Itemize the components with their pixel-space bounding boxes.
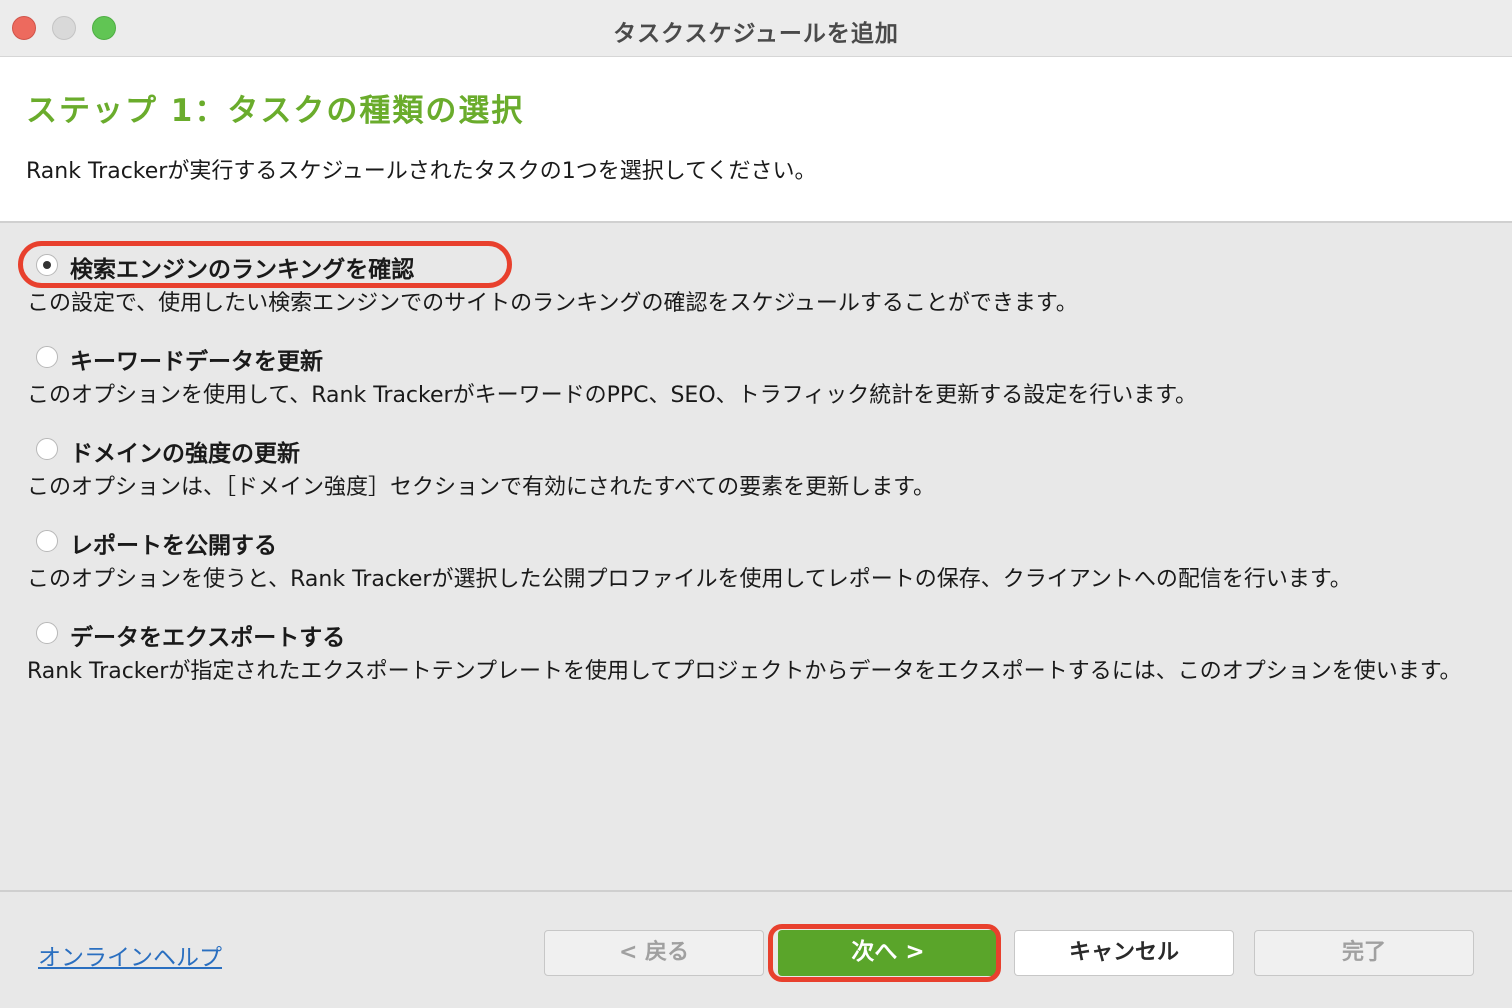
option-label[interactable]: レポートを公開する (70, 526, 277, 560)
online-help-link[interactable]: オンラインヘルプ (38, 938, 222, 972)
cancel-button[interactable]: キャンセル (1014, 930, 1234, 976)
wizard-header: ステップ 1：タスクの種類の選択 Rank Trackerが実行するスケジュール… (0, 57, 1512, 223)
footer-divider (0, 890, 1512, 892)
back-button[interactable]: < 戻る (544, 930, 764, 976)
option-description: このオプションは、［ドメイン強度］セクションで有効にされたすべての要素を更新しま… (27, 475, 935, 500)
option-label[interactable]: キーワードデータを更新 (70, 342, 323, 376)
radio-button[interactable] (36, 438, 58, 460)
option-label[interactable]: 検索エンジンのランキングを確認 (70, 250, 414, 284)
option-label[interactable]: データをエクスポートする (70, 618, 345, 652)
finish-button[interactable]: 完了 (1254, 930, 1474, 976)
step-title: ステップ 1：タスクの種類の選択 (26, 93, 525, 129)
radio-button[interactable] (36, 530, 58, 552)
option-label[interactable]: ドメインの強度の更新 (70, 434, 300, 468)
radio-button[interactable] (36, 622, 58, 644)
option-description: このオプションを使うと、Rank Trackerが選択した公開プロファイルを使用… (27, 567, 1352, 592)
option-description: Rank Trackerが指定されたエクスポートテンプレートを使用してプロジェク… (27, 659, 1462, 684)
window-title: タスクスケジュールを追加 (613, 21, 899, 47)
radio-button[interactable] (36, 254, 58, 276)
step-description: Rank Trackerが実行するスケジュールされたタスクの1つを選択してくださ… (26, 159, 817, 184)
title-bar: タスクスケジュールを追加 (0, 0, 1512, 57)
radio-button[interactable] (36, 346, 58, 368)
highlight-annotation (768, 924, 1001, 982)
option-description: このオプションを使用して、Rank TrackerがキーワードのPPC、SEO、… (27, 383, 1198, 408)
option-description: この設定で、使用したい検索エンジンでのサイトのランキングの確認をスケジュールする… (27, 291, 1078, 316)
